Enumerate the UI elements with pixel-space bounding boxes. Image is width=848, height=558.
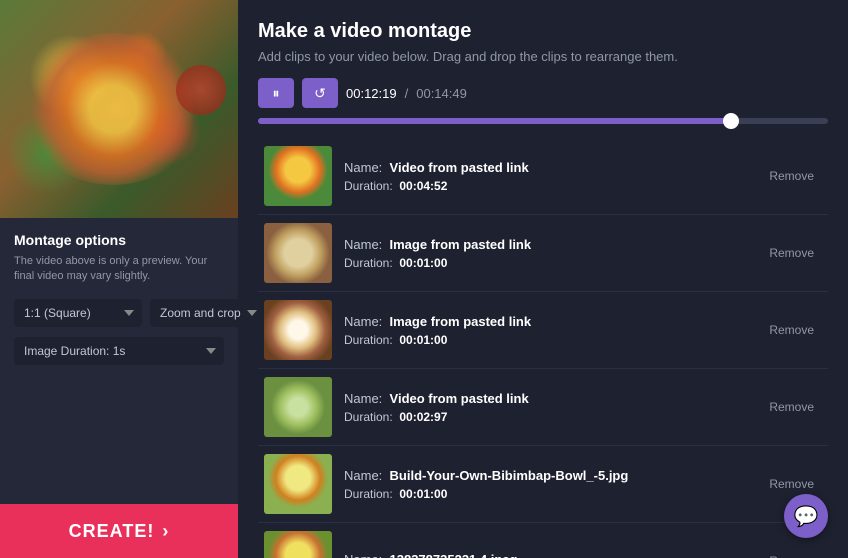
reset-button[interactable]: ↺ xyxy=(302,78,338,108)
clips-list: Name: Video from pasted link Duration: 0… xyxy=(258,138,828,558)
clip-name-3: Name: Image from pasted link xyxy=(344,314,749,329)
clip-remove-4[interactable]: Remove xyxy=(761,396,822,418)
clip-info-6: Name: 138378735231 4.jpeg xyxy=(344,552,749,558)
sidebar: Montage options The video above is only … xyxy=(0,0,238,558)
clip-item-3: Name: Image from pasted link Duration: 0… xyxy=(258,292,828,369)
chat-bubble-button[interactable]: 💬 xyxy=(784,494,828,538)
time-current: 00:12:19 xyxy=(346,86,397,101)
clip-thumbnail-2 xyxy=(264,223,332,283)
create-button[interactable]: CREATE! › xyxy=(0,504,238,558)
clip-thumbnail-6 xyxy=(264,531,332,558)
clip-duration-4: Duration: 00:02:97 xyxy=(344,410,749,424)
clip-duration-5: Duration: 00:01:00 xyxy=(344,487,749,501)
clip-info-4: Name: Video from pasted link Duration: 0… xyxy=(344,391,749,424)
montage-options-desc: The video above is only a preview. Your … xyxy=(14,254,224,285)
clip-remove-5[interactable]: Remove xyxy=(761,473,822,495)
pause-icon: ⏸ xyxy=(273,85,280,102)
time-separator: / xyxy=(405,86,409,101)
clip-item-2: Name: Image from pasted link Duration: 0… xyxy=(258,215,828,292)
aspect-ratio-select[interactable]: 1:1 (Square) 16:9 (Landscape) 9:16 (Port… xyxy=(14,299,142,327)
aspect-crop-row: 1:1 (Square) 16:9 (Landscape) 9:16 (Port… xyxy=(14,299,224,327)
clip-name-6: Name: 138378735231 4.jpeg xyxy=(344,552,749,558)
clip-item-4: Name: Video from pasted link Duration: 0… xyxy=(258,369,828,446)
clip-remove-6[interactable]: Remove xyxy=(761,550,822,558)
clip-item-6: Name: 138378735231 4.jpeg Remove xyxy=(258,523,828,558)
clip-item-5: Name: Build-Your-Own-Bibimbap-Bowl_-5.jp… xyxy=(258,446,828,523)
clip-name-1: Name: Video from pasted link xyxy=(344,160,749,175)
clip-thumbnail-4 xyxy=(264,377,332,437)
video-preview xyxy=(0,0,238,218)
clip-info-5: Name: Build-Your-Own-Bibimbap-Bowl_-5.jp… xyxy=(344,468,749,501)
reset-icon: ↺ xyxy=(314,85,326,102)
clip-item-1: Name: Video from pasted link Duration: 0… xyxy=(258,138,828,215)
page-subtitle: Add clips to your video below. Drag and … xyxy=(258,49,828,64)
clip-duration-2: Duration: 00:01:00 xyxy=(344,256,749,270)
clip-thumbnail-5 xyxy=(264,454,332,514)
progress-handle[interactable] xyxy=(723,113,739,129)
page-title: Make a video montage xyxy=(258,20,828,43)
clip-name-4: Name: Video from pasted link xyxy=(344,391,749,406)
create-label: CREATE! xyxy=(69,521,155,542)
clip-duration-3: Duration: 00:01:00 xyxy=(344,333,749,347)
clip-thumbnail-1 xyxy=(264,146,332,206)
clip-remove-2[interactable]: Remove xyxy=(761,242,822,264)
clip-name-5: Name: Build-Your-Own-Bibimbap-Bowl_-5.jp… xyxy=(344,468,749,483)
clip-thumbnail-3 xyxy=(264,300,332,360)
time-total: 00:14:49 xyxy=(416,86,467,101)
clip-duration-1: Duration: 00:04:52 xyxy=(344,179,749,193)
chat-icon: 💬 xyxy=(794,504,819,529)
playback-controls: ⏸ ↺ 00:12:19 / 00:14:49 xyxy=(258,78,828,108)
progress-bar[interactable] xyxy=(258,118,828,124)
montage-options-panel: Montage options The video above is only … xyxy=(0,218,238,504)
image-duration-select[interactable]: Image Duration: 1s Image Duration: 2s Im… xyxy=(14,337,224,365)
clip-remove-3[interactable]: Remove xyxy=(761,319,822,341)
main-content: Make a video montage Add clips to your v… xyxy=(238,0,848,558)
clip-remove-1[interactable]: Remove xyxy=(761,165,822,187)
montage-options-title: Montage options xyxy=(14,232,224,248)
clip-info-2: Name: Image from pasted link Duration: 0… xyxy=(344,237,749,270)
clip-info-3: Name: Image from pasted link Duration: 0… xyxy=(344,314,749,347)
create-arrow: › xyxy=(162,521,169,542)
pause-button[interactable]: ⏸ xyxy=(258,78,294,108)
clip-name-2: Name: Image from pasted link xyxy=(344,237,749,252)
clip-info-1: Name: Video from pasted link Duration: 0… xyxy=(344,160,749,193)
progress-fill xyxy=(258,118,731,124)
